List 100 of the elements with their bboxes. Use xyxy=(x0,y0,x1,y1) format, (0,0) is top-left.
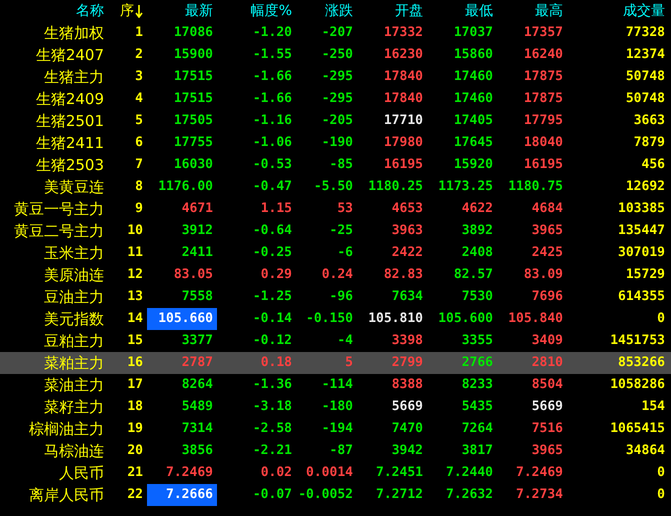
table-cell: 0.18 xyxy=(260,355,292,371)
table-cell: -1.36 xyxy=(252,377,292,393)
table-cell: -1.66 xyxy=(252,91,292,107)
table-cell: 7264 xyxy=(462,421,493,437)
table-cell: 7634 xyxy=(392,289,423,305)
table-cell: -250 xyxy=(322,47,353,63)
table-row[interactable]: 人民币 21 7.2469 0.02 0.0014 7.2451 7.2440 7.2469 0 xyxy=(0,462,671,484)
table-cell: 12374 xyxy=(626,47,665,63)
table-cell: 8504 xyxy=(532,377,563,393)
table-cell: 2408 xyxy=(462,245,493,261)
table-cell: 34864 xyxy=(626,443,665,459)
table-cell: -0.0052 xyxy=(298,487,353,503)
table-cell: -295 xyxy=(322,91,353,107)
table-cell: 0.29 xyxy=(260,267,292,283)
table-cell: 53 xyxy=(337,201,353,217)
table-cell: 17086 xyxy=(174,25,213,41)
table-cell: 7.2451 xyxy=(376,465,423,481)
table-row[interactable]: 菜粕主力 16 2787 0.18 5 2799 2766 2810 853266 xyxy=(0,352,671,374)
column-header[interactable]: 名称 xyxy=(0,0,108,22)
table-row[interactable]: 美黄豆连 8 1176.00 -0.47 -5.50 1180.25 1173.25 1180.75 12692 xyxy=(0,176,671,198)
table-row[interactable]: 生猪2409 4 17515 -1.66 -295 17840 17460 17875 50748 xyxy=(0,88,671,110)
table-cell: 82.57 xyxy=(454,267,493,283)
table-cell: 17515 xyxy=(174,69,213,85)
table-row[interactable]: 棕榈油主力 19 7314 -2.58 -194 7470 7264 7516 1065415 xyxy=(0,418,671,440)
table-cell: 17755 xyxy=(174,135,213,151)
column-header[interactable]: 最低 xyxy=(427,0,497,22)
column-header[interactable]: 最新 xyxy=(147,0,217,22)
instrument-name: 生猪2503 xyxy=(36,157,104,173)
row-number: 22 xyxy=(127,487,143,503)
table-cell: -2.21 xyxy=(252,443,292,459)
table-row[interactable]: 黄豆二号主力 10 3912 -0.64 -25 3963 3892 3965 135447 xyxy=(0,220,671,242)
table-cell: 3355 xyxy=(462,333,493,349)
table-row[interactable]: 菜籽主力 18 5489 -3.18 -180 5669 5435 5669 154 xyxy=(0,396,671,418)
table-cell: -0.150 xyxy=(306,311,353,327)
table-cell: 3942 xyxy=(392,443,423,459)
table-row[interactable]: 美元指数 14 105.660 -0.14 -0.150 105.810 105.600 105.840 0 xyxy=(0,308,671,330)
instrument-name: 豆粕主力 xyxy=(44,333,104,349)
column-header[interactable]: 序 xyxy=(108,0,147,22)
table-row[interactable]: 生猪2501 5 17505 -1.16 -205 17710 17405 17795 3663 xyxy=(0,110,671,132)
table-cell: -180 xyxy=(322,399,353,415)
table-cell: 3817 xyxy=(462,443,493,459)
table-cell: 17357 xyxy=(524,25,563,41)
table-cell: -194 xyxy=(322,421,353,437)
table-cell: 16030 xyxy=(174,157,213,173)
row-number: 20 xyxy=(127,443,143,459)
table-cell: 17875 xyxy=(524,69,563,85)
table-cell: 17710 xyxy=(384,113,423,129)
column-header[interactable]: 幅度% xyxy=(217,0,296,22)
table-cell: 5435 xyxy=(462,399,493,415)
table-cell: 2422 xyxy=(392,245,423,261)
table-cell: 83.05 xyxy=(174,267,213,283)
table-row[interactable]: 生猪加权 1 17086 -1.20 -207 17332 17037 17357 77328 xyxy=(0,22,671,44)
table-row[interactable]: 菜油主力 17 8264 -1.36 -114 8388 8233 8504 1058286 xyxy=(0,374,671,396)
table-row[interactable]: 美原油连 12 83.05 0.29 0.24 82.83 82.57 83.09 15729 xyxy=(0,264,671,286)
table-row[interactable]: 生猪2411 6 17755 -1.06 -190 17980 17645 18040 7879 xyxy=(0,132,671,154)
table-cell: 17460 xyxy=(454,91,493,107)
table-cell: 3912 xyxy=(182,223,213,239)
table-cell: 1.15 xyxy=(260,201,292,217)
table-cell: 7516 xyxy=(532,421,563,437)
row-number: 18 xyxy=(127,399,143,415)
table-cell: 3965 xyxy=(532,443,563,459)
sort-descending-icon xyxy=(135,4,143,18)
table-cell: 17795 xyxy=(524,113,563,129)
table-cell: -1.25 xyxy=(252,289,292,305)
table-row[interactable]: 马棕油连 20 3856 -2.21 -87 3942 3817 3965 34864 xyxy=(0,440,671,462)
table-cell: -5.50 xyxy=(314,179,353,195)
table-row[interactable]: 玉米主力 11 2411 -0.25 -6 2422 2408 2425 307019 xyxy=(0,242,671,264)
instrument-name: 生猪2409 xyxy=(36,91,104,107)
table-cell: 0 xyxy=(657,311,665,327)
column-header[interactable]: 最高 xyxy=(497,0,567,22)
row-number: 8 xyxy=(135,179,143,195)
row-number: 4 xyxy=(135,91,143,107)
table-cell: 853266 xyxy=(618,355,665,371)
table-cell: 3663 xyxy=(634,113,665,129)
table-cell: 3892 xyxy=(462,223,493,239)
table-cell: 103385 xyxy=(618,201,665,217)
table-row[interactable]: 黄豆一号主力 9 4671 1.15 53 4653 4622 4684 103385 xyxy=(0,198,671,220)
table-row[interactable]: 生猪2407 2 15900 -1.55 -250 16230 15860 16240 12374 xyxy=(0,44,671,66)
table-cell: -0.64 xyxy=(252,223,292,239)
table-cell: 7.2469 xyxy=(166,465,213,481)
table-cell: -2.58 xyxy=(252,421,292,437)
table-row[interactable]: 豆粕主力 15 3377 -0.12 -4 3398 3355 3409 1451753 xyxy=(0,330,671,352)
instrument-name: 玉米主力 xyxy=(44,245,104,261)
column-header[interactable]: 开盘 xyxy=(357,0,427,22)
table-cell: -6 xyxy=(337,245,353,261)
table-cell: 1451753 xyxy=(610,333,665,349)
table-row[interactable]: 豆油主力 13 7558 -1.25 -96 7634 7530 7696 614355 xyxy=(0,286,671,308)
table-cell: 17505 xyxy=(174,113,213,129)
table-cell: 5669 xyxy=(532,399,563,415)
table-cell: -0.14 xyxy=(252,311,292,327)
column-header[interactable]: 成交量 xyxy=(567,0,669,22)
row-number: 12 xyxy=(127,267,143,283)
table-row[interactable]: 离岸人民币 22 7.2666 -0.07 -0.0052 7.2712 7.2632 7.2734 0 xyxy=(0,484,671,506)
instrument-name: 菜籽主力 xyxy=(44,399,104,415)
table-row[interactable]: 生猪主力 3 17515 -1.66 -295 17840 17460 17875 50748 xyxy=(0,66,671,88)
instrument-name: 生猪2407 xyxy=(36,47,104,63)
table-cell: 1180.25 xyxy=(368,179,423,195)
instrument-name: 生猪加权 xyxy=(44,25,104,41)
column-header[interactable]: 涨跌 xyxy=(296,0,357,22)
table-row[interactable]: 生猪2503 7 16030 -0.53 -85 16195 15920 16195 456 xyxy=(0,154,671,176)
